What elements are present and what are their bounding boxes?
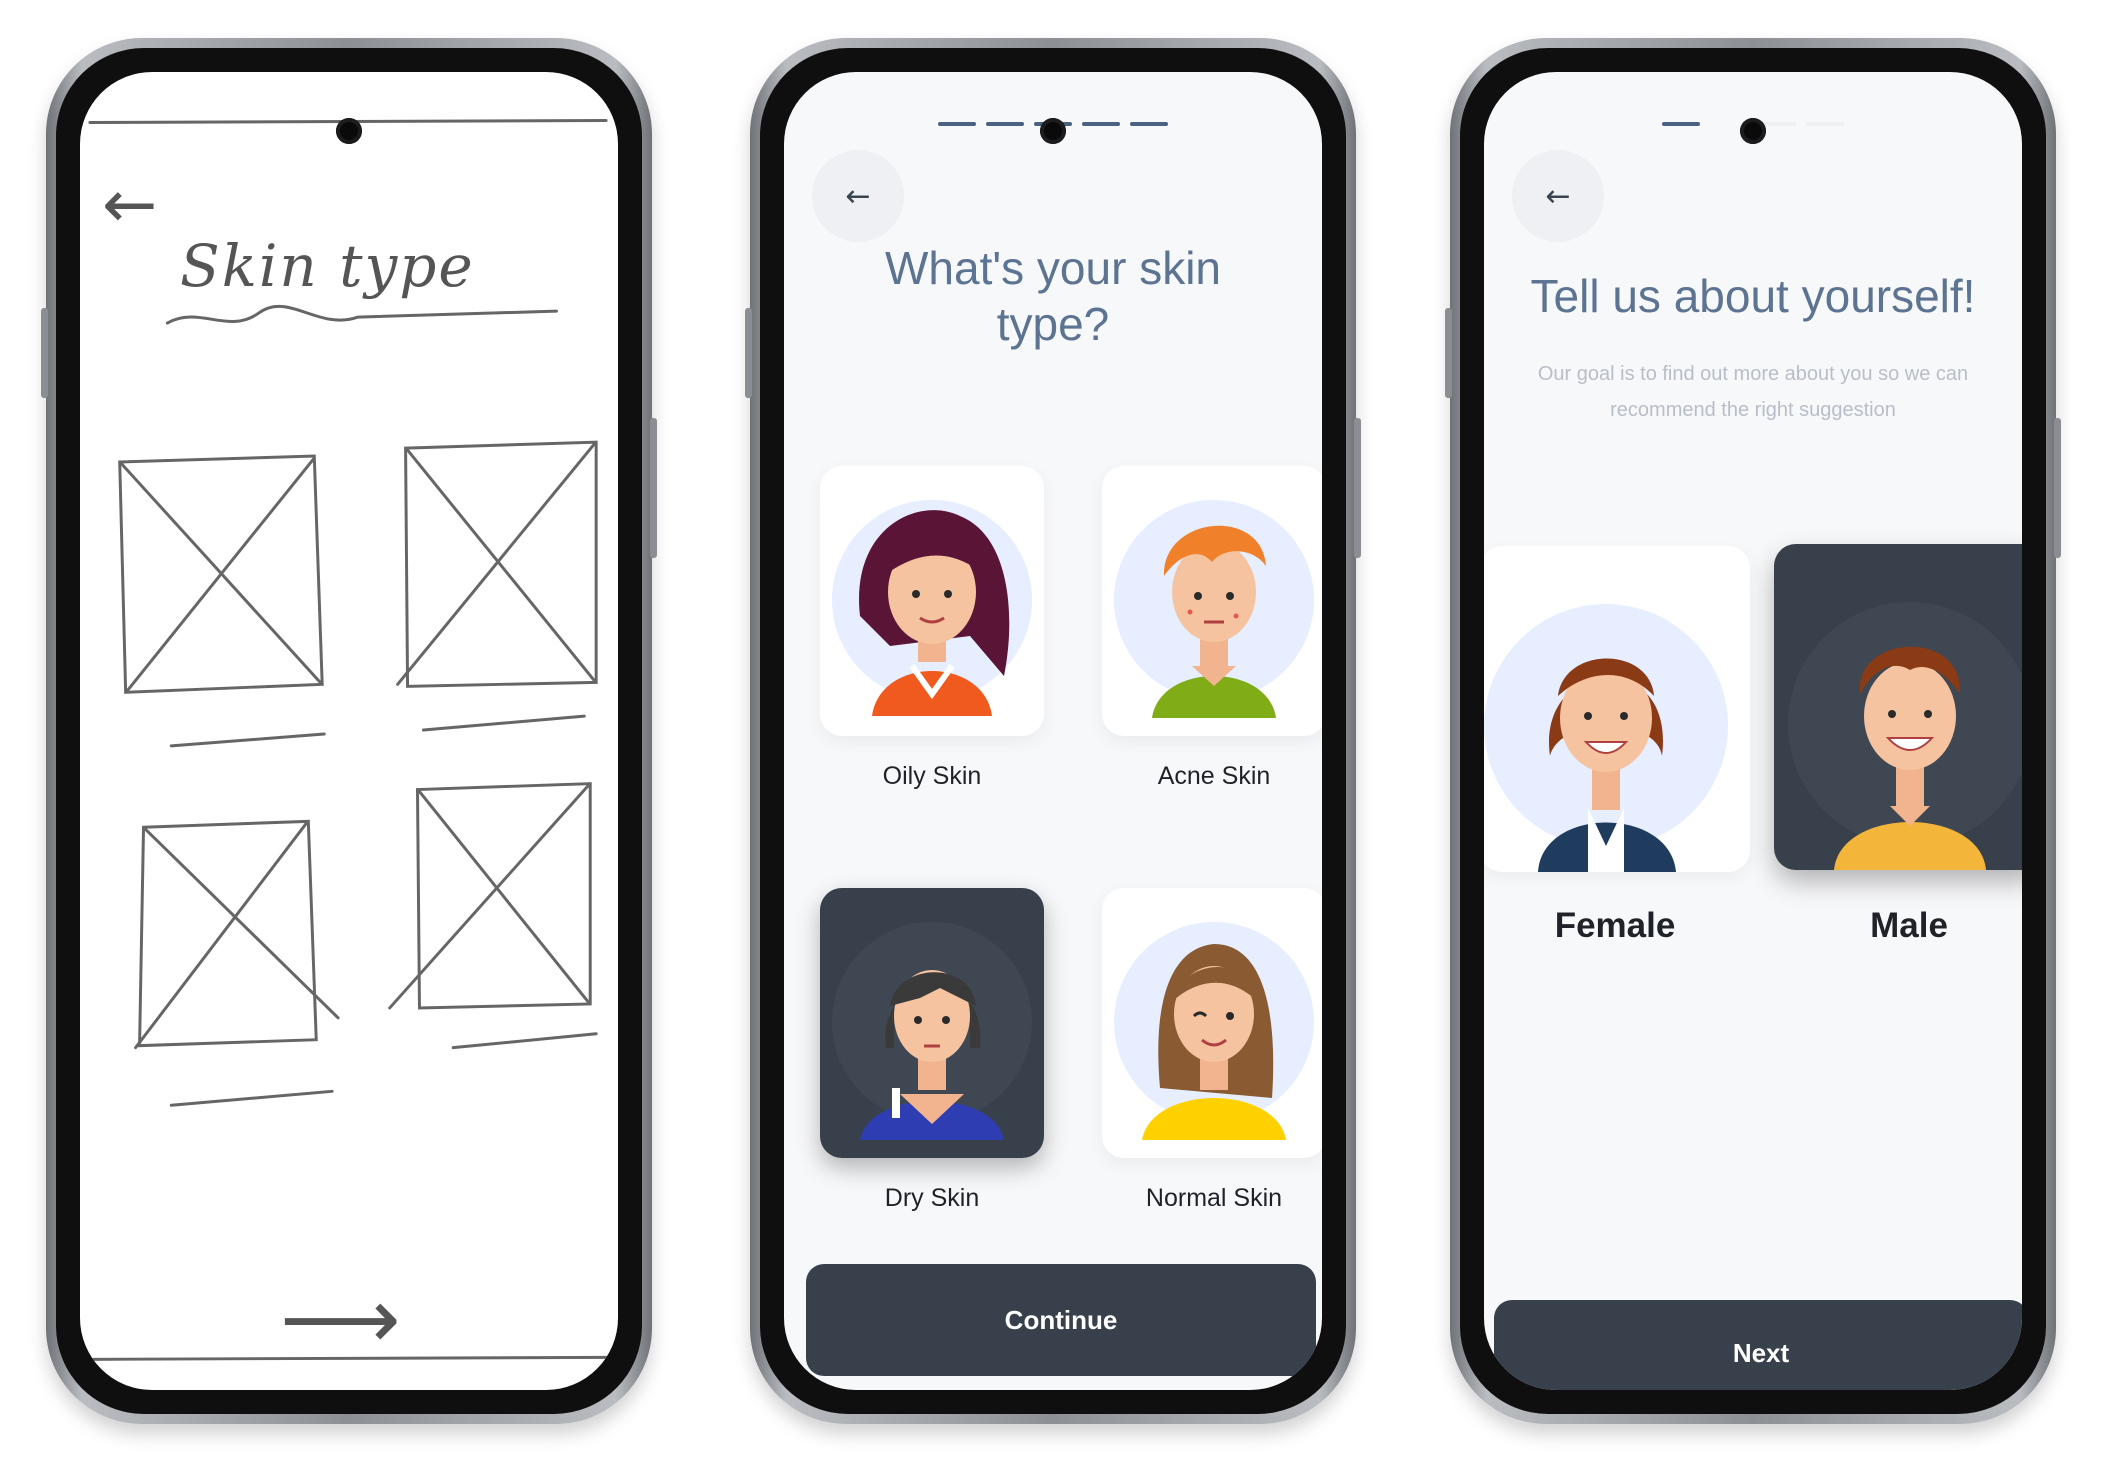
phone-bezel: ← Skin type ⟶ — [56, 48, 642, 1414]
skin-option-normal[interactable] — [1102, 888, 1322, 1158]
skin-option-label: Normal Skin — [1145, 1184, 1283, 1212]
back-button[interactable]: ← — [1512, 150, 1604, 242]
sketch-screen: ← Skin type ⟶ — [80, 72, 618, 1390]
phone-bezel: ← What's your skin type? Oily Skin Acne … — [760, 48, 1346, 1414]
phone-bezel: ← Tell us about yourself! Our goal is to… — [1460, 48, 2046, 1414]
sketch-title: Skin type — [180, 232, 475, 300]
oily-skin-avatar — [832, 500, 1032, 716]
front-camera-icon — [336, 118, 362, 144]
skin-option-label: Oily Skin — [882, 762, 982, 790]
progress-step — [1082, 122, 1120, 126]
gender-option-female[interactable] — [1484, 546, 1750, 872]
skin-option-oily[interactable] — [820, 466, 1044, 736]
volume-button — [745, 308, 752, 398]
skin-option-label: Acne Skin — [1157, 762, 1271, 790]
normal-skin-avatar — [1114, 922, 1314, 1140]
volume-button — [1445, 308, 1452, 398]
page-title: Tell us about yourself! — [1530, 270, 1976, 322]
phone-skin-type: ← What's your skin type? Oily Skin Acne … — [745, 38, 1361, 1424]
female-avatar — [1484, 604, 1728, 872]
power-button — [1354, 418, 1361, 558]
back-arrow-icon: ← — [102, 166, 158, 243]
page-title: What's your skin type? — [885, 242, 1221, 350]
next-button[interactable]: Next — [1494, 1300, 2022, 1390]
progress-step — [1130, 122, 1168, 126]
power-button — [2054, 418, 2061, 558]
phone-sketch: ← Skin type ⟶ — [41, 38, 657, 1424]
skin-type-screen: ← What's your skin type? Oily Skin Acne … — [784, 72, 1322, 1390]
front-camera-icon — [1740, 118, 1766, 144]
skin-option-label: Dry Skin — [884, 1184, 980, 1212]
progress-step — [986, 122, 1024, 126]
arrow-left-icon: ← — [1545, 178, 1571, 214]
page-subtitle: Our goal is to find out more about you s… — [1537, 363, 1969, 421]
back-button[interactable]: ← — [812, 150, 904, 242]
about-yourself-screen: ← Tell us about yourself! Our goal is to… — [1484, 72, 2022, 1390]
power-button — [650, 418, 657, 558]
phone-about-yourself: ← Tell us about yourself! Our goal is to… — [1445, 38, 2061, 1424]
next-arrow-icon: ⟶ — [280, 1270, 401, 1368]
male-avatar — [1788, 602, 2022, 870]
skin-option-acne[interactable] — [1102, 466, 1322, 736]
gender-option-label: Male — [1870, 906, 1948, 945]
continue-button[interactable]: Continue — [806, 1264, 1316, 1376]
arrow-left-icon: ← — [845, 178, 871, 214]
volume-button — [41, 308, 48, 398]
dry-skin-avatar — [832, 922, 1032, 1140]
acne-skin-avatar — [1114, 500, 1314, 718]
progress-step — [938, 122, 976, 126]
gender-option-label: Female — [1554, 906, 1676, 945]
gender-option-male[interactable] — [1774, 544, 2022, 870]
front-camera-icon — [1040, 118, 1066, 144]
progress-step — [1806, 122, 1844, 126]
progress-step — [1662, 122, 1700, 126]
skin-option-dry[interactable] — [820, 888, 1044, 1158]
